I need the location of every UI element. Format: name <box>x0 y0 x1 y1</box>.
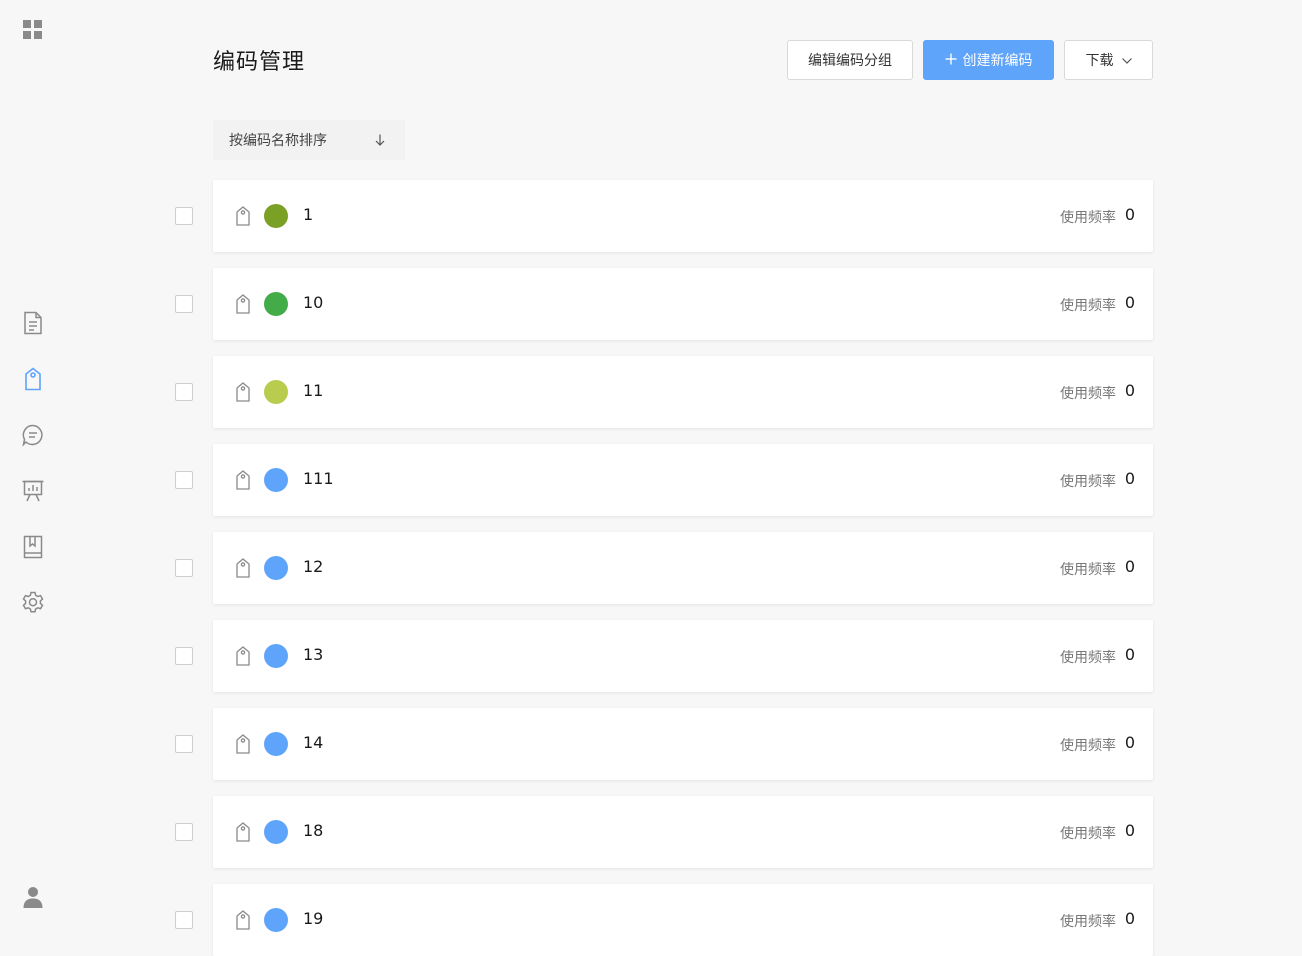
code-name: 1 <box>303 205 314 224</box>
usage-frequency-label: 使用频率 <box>1060 826 1116 842</box>
edit-code-group-button[interactable]: 编辑编码分组 <box>787 40 913 80</box>
sort-bar: 按编码名称排序 <box>213 120 405 160</box>
code-row[interactable]: 18 使用频率 0 <box>213 796 1153 868</box>
page-title: 编码管理 <box>213 50 306 75</box>
download-label: 下载 <box>1085 53 1114 69</box>
usage-frequency-label: 使用频率 <box>1060 298 1116 314</box>
code-name: 111 <box>303 469 334 488</box>
tag-icon <box>235 294 251 318</box>
usage-frequency-value: 0 <box>1124 821 1135 840</box>
usage-frequency-value: 0 <box>1124 909 1135 928</box>
row-checkbox[interactable] <box>175 295 193 313</box>
tag-icon <box>235 646 251 670</box>
edit-code-group-label: 编辑编码分组 <box>808 53 892 69</box>
usage-frequency-value: 0 <box>1124 733 1135 752</box>
create-code-button[interactable]: 创建新编码 <box>923 40 1054 80</box>
tag-icon <box>235 822 251 846</box>
chevron-down-icon <box>1121 52 1132 68</box>
row-checkbox[interactable] <box>175 647 193 665</box>
usage-frequency-value: 0 <box>1124 205 1135 224</box>
tag-icon <box>235 206 251 230</box>
code-name: 12 <box>303 557 324 576</box>
create-code-label: 创建新编码 <box>962 53 1033 69</box>
arrow-down-icon[interactable] <box>375 134 385 146</box>
tag-icon <box>235 382 251 406</box>
code-color-dot <box>264 556 288 580</box>
tag-icon <box>235 734 251 758</box>
code-color-dot <box>264 908 288 932</box>
code-color-dot <box>264 820 288 844</box>
usage-frequency-label: 使用频率 <box>1060 738 1116 754</box>
row-checkbox[interactable] <box>175 383 193 401</box>
usage-frequency-value: 0 <box>1124 557 1135 576</box>
code-row[interactable]: 1 使用频率 0 <box>213 180 1153 252</box>
code-row[interactable]: 19 使用频率 0 <box>213 884 1153 956</box>
code-color-dot <box>264 468 288 492</box>
usage-frequency-label: 使用频率 <box>1060 562 1116 578</box>
code-row[interactable]: 12 使用频率 0 <box>213 532 1153 604</box>
usage-frequency-label: 使用频率 <box>1060 210 1116 226</box>
code-row[interactable]: 14 使用频率 0 <box>213 708 1153 780</box>
row-checkbox[interactable] <box>175 559 193 577</box>
usage-frequency-value: 0 <box>1124 469 1135 488</box>
code-name: 19 <box>303 909 324 928</box>
code-name: 14 <box>303 733 324 752</box>
usage-frequency-label: 使用频率 <box>1060 474 1116 490</box>
code-row[interactable]: 10 使用频率 0 <box>213 268 1153 340</box>
code-color-dot <box>264 204 288 228</box>
code-name: 13 <box>303 645 324 664</box>
tag-icon <box>235 558 251 582</box>
tag-icon <box>235 910 251 934</box>
sort-by-name-selector[interactable]: 按编码名称排序 <box>213 130 327 150</box>
usage-frequency-value: 0 <box>1124 293 1135 312</box>
code-name: 18 <box>303 821 324 840</box>
tag-icon <box>235 470 251 494</box>
plus-icon <box>945 52 957 68</box>
code-row[interactable]: 111 使用频率 0 <box>213 444 1153 516</box>
usage-frequency-label: 使用频率 <box>1060 914 1116 930</box>
row-checkbox[interactable] <box>175 471 193 489</box>
code-name: 11 <box>303 381 324 400</box>
code-color-dot <box>264 292 288 316</box>
row-checkbox[interactable] <box>175 735 193 753</box>
row-checkbox[interactable] <box>175 207 193 225</box>
main-content: 编码管理 编辑编码分组 创建新编码 下载 按编码名称排序 1 使用频率 0 10 使用频… <box>0 0 1302 956</box>
download-button[interactable]: 下载 <box>1064 40 1153 80</box>
usage-frequency-value: 0 <box>1124 645 1135 664</box>
row-checkbox[interactable] <box>175 911 193 929</box>
code-row[interactable]: 13 使用频率 0 <box>213 620 1153 692</box>
code-name: 10 <box>303 293 324 312</box>
row-checkbox[interactable] <box>175 823 193 841</box>
usage-frequency-label: 使用频率 <box>1060 650 1116 666</box>
code-color-dot <box>264 644 288 668</box>
code-color-dot <box>264 732 288 756</box>
usage-frequency-label: 使用频率 <box>1060 386 1116 402</box>
code-row[interactable]: 11 使用频率 0 <box>213 356 1153 428</box>
usage-frequency-value: 0 <box>1124 381 1135 400</box>
code-color-dot <box>264 380 288 404</box>
